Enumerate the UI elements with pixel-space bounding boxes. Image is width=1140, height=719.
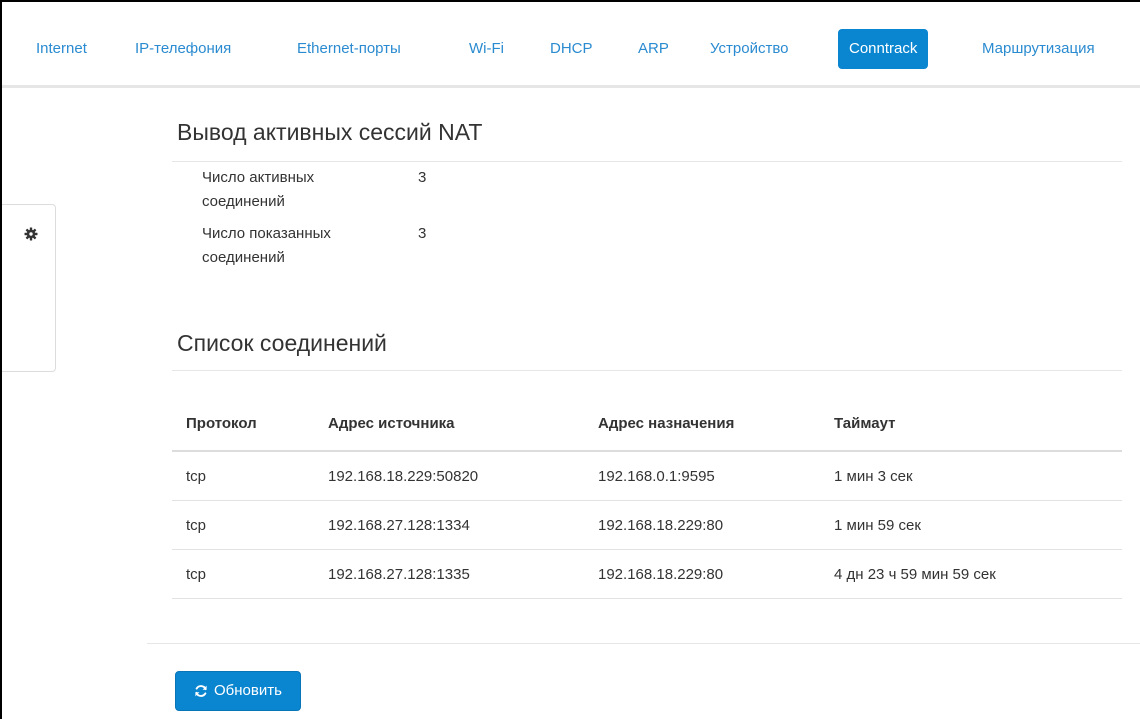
column-header-protocol: Протокол bbox=[172, 396, 314, 452]
tab-wifi[interactable]: Wi-Fi bbox=[459, 29, 514, 69]
shown-connections-label: Число показанных соединений bbox=[202, 222, 402, 270]
tab-conntrack[interactable]: Conntrack bbox=[838, 29, 929, 69]
cell-destination: 192.168.18.229:80 bbox=[584, 549, 820, 599]
active-connections-value: 3 bbox=[418, 169, 427, 186]
cell-source: 192.168.18.229:50820 bbox=[314, 451, 584, 501]
tab-internet[interactable]: Internet bbox=[26, 29, 97, 69]
tab-device[interactable]: Устройство bbox=[700, 29, 798, 69]
column-header-timeout: Таймаут bbox=[820, 396, 1122, 452]
gear-icon bbox=[24, 227, 38, 241]
cell-source: 192.168.27.128:1334 bbox=[314, 500, 584, 550]
table-header-row: Протокол Адрес источника Адрес назначени… bbox=[172, 396, 1122, 452]
divider bbox=[172, 161, 1122, 162]
window-frame bbox=[0, 0, 1140, 719]
cell-destination: 192.168.0.1:9595 bbox=[584, 451, 820, 501]
cell-protocol: tcp bbox=[172, 549, 314, 599]
table-row: tcp 192.168.18.229:50820 192.168.0.1:959… bbox=[172, 451, 1122, 501]
shown-connections-label-line1: Число показанных bbox=[202, 225, 331, 242]
column-header-destination: Адрес назначения bbox=[584, 396, 820, 452]
refresh-button[interactable]: Обновить bbox=[175, 671, 301, 711]
sidebar-toggle[interactable] bbox=[2, 204, 56, 372]
cell-timeout: 1 мин 59 сек bbox=[820, 500, 1122, 550]
cell-destination: 192.168.18.229:80 bbox=[584, 500, 820, 550]
divider bbox=[172, 370, 1122, 371]
tab-arp[interactable]: ARP bbox=[628, 29, 679, 69]
active-connections-label-line1: Число активных bbox=[202, 169, 315, 186]
cell-protocol: tcp bbox=[172, 451, 314, 501]
cell-protocol: tcp bbox=[172, 500, 314, 550]
connections-table: Протокол Адрес источника Адрес назначени… bbox=[172, 396, 1122, 599]
table-row: tcp 192.168.27.128:1335 192.168.18.229:8… bbox=[172, 549, 1122, 599]
top-navigation: Internet IP-телефония Ethernet-порты Wi-… bbox=[2, 2, 1140, 88]
active-connections-label-line2: соединений bbox=[202, 193, 285, 210]
tab-routing[interactable]: Маршрутизация bbox=[972, 29, 1105, 69]
divider bbox=[147, 643, 1140, 644]
cell-timeout: 1 мин 3 сек bbox=[820, 451, 1122, 501]
table-row: tcp 192.168.27.128:1334 192.168.18.229:8… bbox=[172, 500, 1122, 550]
shown-connections-label-line2: соединений bbox=[202, 249, 285, 266]
tab-ip-telephony[interactable]: IP-телефония bbox=[125, 29, 241, 69]
shown-connections-value: 3 bbox=[418, 225, 427, 242]
nat-sessions-title: Вывод активных сессий NAT bbox=[177, 119, 483, 145]
active-connections-label: Число активных соединений bbox=[202, 166, 402, 214]
connections-list-title: Список соединений bbox=[177, 330, 387, 356]
refresh-icon bbox=[195, 685, 207, 697]
tab-ethernet-ports[interactable]: Ethernet-порты bbox=[287, 29, 411, 69]
tab-dhcp[interactable]: DHCP bbox=[540, 29, 603, 69]
cell-source: 192.168.27.128:1335 bbox=[314, 549, 584, 599]
refresh-button-label: Обновить bbox=[214, 682, 282, 699]
column-header-source: Адрес источника bbox=[314, 396, 584, 452]
cell-timeout: 4 дн 23 ч 59 мин 59 сек bbox=[820, 549, 1122, 599]
